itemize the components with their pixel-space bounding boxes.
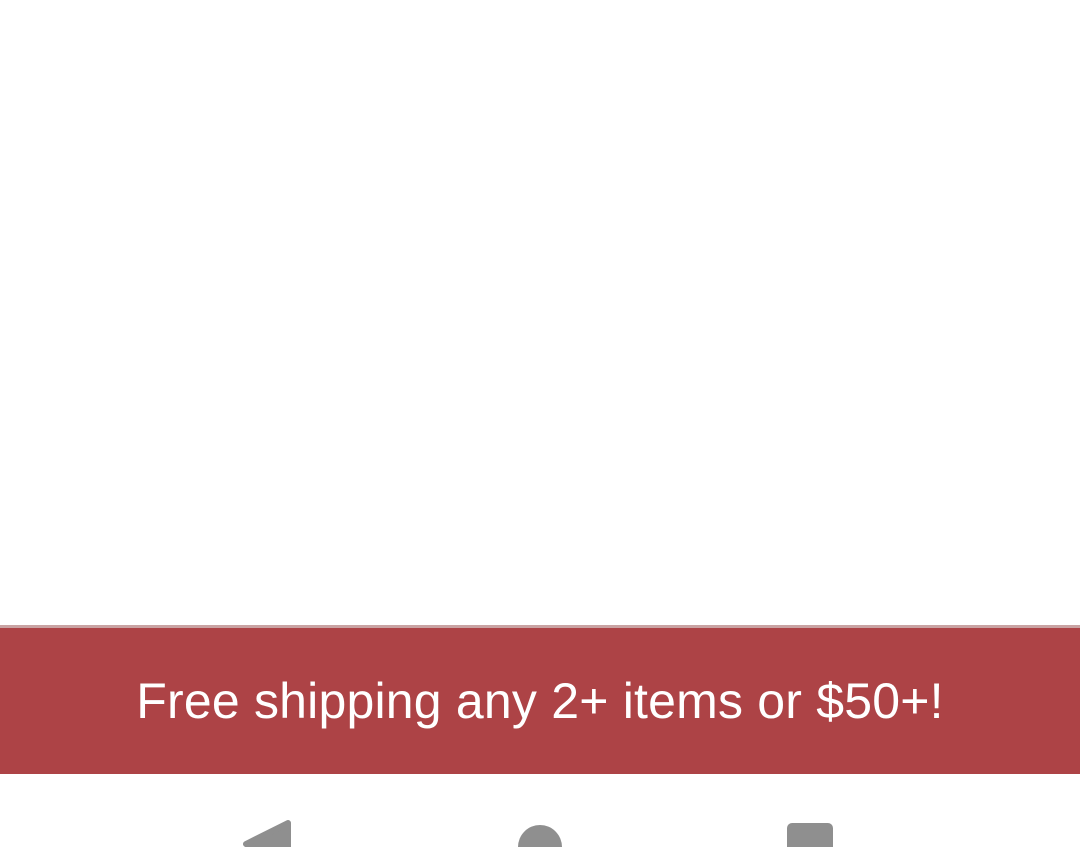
nav-recents-button[interactable] xyxy=(750,774,870,847)
app-screen: Free shipping any 2+ items or $50+! xyxy=(0,0,1080,847)
system-nav-bar xyxy=(0,774,1080,847)
recents-icon xyxy=(787,823,833,847)
promo-banner[interactable]: Free shipping any 2+ items or $50+! xyxy=(0,628,1080,774)
nav-home-button[interactable] xyxy=(480,774,600,847)
nav-back-button[interactable] xyxy=(207,774,327,847)
home-icon xyxy=(518,825,562,847)
content-area xyxy=(0,0,1080,625)
back-icon xyxy=(243,820,291,847)
promo-banner-text: Free shipping any 2+ items or $50+! xyxy=(136,673,944,729)
